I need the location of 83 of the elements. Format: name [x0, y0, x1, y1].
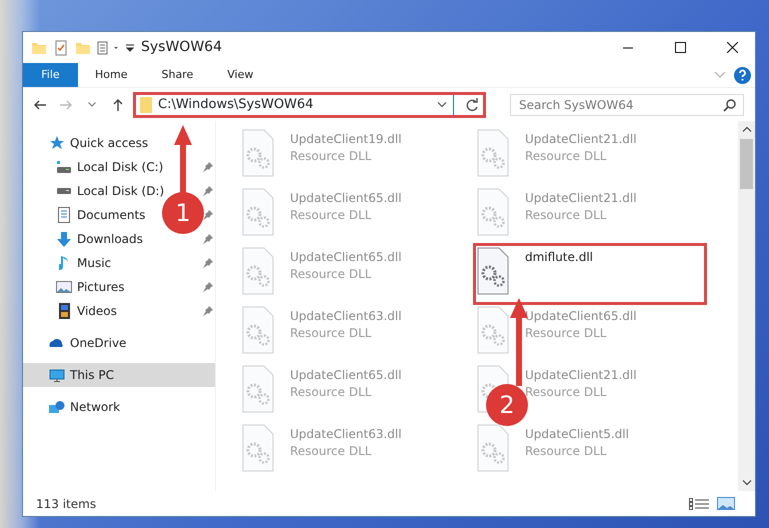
gear-file-icon	[477, 188, 509, 236]
refresh-icon[interactable]	[465, 98, 478, 111]
close-icon	[726, 42, 738, 53]
gear-file-icon	[242, 247, 274, 295]
properties-icon[interactable]	[97, 40, 119, 56]
sidebar-item[interactable]: Videos	[56, 299, 117, 323]
file-type: Resource DLL	[525, 148, 608, 165]
sidebar-item[interactable]: Local Disk (C:)	[56, 155, 164, 179]
ribbon-tab[interactable]: File	[23, 63, 78, 87]
scrollbar[interactable]	[738, 121, 755, 491]
details-view-icon[interactable]	[689, 498, 709, 510]
pin-icon[interactable]	[203, 306, 213, 316]
sidebar-item[interactable]: This PC	[23, 363, 215, 387]
scrollbar-thumb[interactable]	[740, 139, 753, 189]
sidebar-item[interactable]: Documents	[56, 203, 146, 227]
gear-file-icon	[477, 129, 509, 177]
scroll-up-icon[interactable]	[742, 126, 752, 132]
sidebar-item[interactable]: Network	[23, 395, 215, 419]
download-icon	[57, 232, 71, 246]
gear-file-icon	[242, 306, 274, 354]
folder-icon	[140, 96, 152, 112]
gear-file-icon	[242, 424, 274, 472]
search-icon	[723, 98, 737, 112]
document-icon	[58, 207, 70, 223]
file-type: Resource DLL	[290, 148, 372, 165]
item-count: 113 items	[36, 496, 96, 512]
gear-file-icon	[477, 306, 509, 354]
back-icon	[34, 100, 46, 110]
ribbon-tab[interactable]: Share	[144, 63, 210, 87]
gear-file-icon	[477, 247, 509, 295]
pin-icon[interactable]	[203, 282, 213, 292]
scroll-down-icon[interactable]	[742, 480, 752, 486]
sidebar-item[interactable]: OneDrive	[23, 331, 215, 355]
sidebar-item[interactable]: Downloads	[56, 227, 143, 251]
address-bar[interactable]: C:\Windows\SysWOW64	[133, 92, 486, 118]
file-type: Resource DLL	[525, 325, 608, 342]
drive-icon	[56, 188, 72, 194]
sidebar-item[interactable]: Music	[56, 251, 112, 275]
maximize-icon	[674, 42, 686, 53]
star-icon	[49, 135, 65, 151]
recent-locations-icon	[88, 102, 96, 107]
file-type: Resource DLL	[290, 266, 372, 283]
file-name[interactable]: dmiflute.dll	[525, 249, 593, 265]
help-icon[interactable]	[734, 66, 751, 84]
sidebar-item[interactable]: Local Disk (D:)	[56, 179, 164, 203]
gear-file-icon	[477, 424, 509, 472]
file-type: Resource DLL	[525, 207, 608, 224]
forward-icon	[60, 100, 72, 110]
dropdown-icon[interactable]	[437, 102, 447, 108]
cloud-icon	[49, 339, 65, 347]
drive-icon	[56, 161, 72, 173]
picture-icon	[56, 281, 72, 293]
gear-file-icon	[242, 129, 274, 177]
film-icon	[58, 303, 70, 319]
monitor-icon	[49, 368, 65, 382]
pin-icon[interactable]	[203, 258, 213, 268]
file-type: Resource DLL	[525, 443, 608, 460]
sidebar-item[interactable]: Quick access	[23, 131, 215, 155]
large-icons-view-icon[interactable]	[717, 497, 735, 510]
minimize-icon	[623, 46, 633, 48]
pin-icon[interactable]	[203, 186, 213, 196]
network-icon	[49, 401, 65, 413]
gear-file-icon	[242, 365, 274, 413]
file-type: Resource DLL	[525, 384, 608, 401]
gear-file-icon	[242, 188, 274, 236]
pin-icon[interactable]	[203, 234, 213, 244]
up-icon	[113, 98, 123, 110]
sidebar-item[interactable]: Pictures	[56, 275, 125, 299]
file-type: Resource DLL	[290, 443, 372, 460]
pin-icon[interactable]	[203, 162, 213, 172]
expand-ribbon-icon[interactable]	[714, 72, 726, 78]
search-field[interactable]: Search SysWOW64	[510, 94, 744, 116]
checklist-icon[interactable]	[53, 40, 69, 56]
window-title: SysWOW64	[141, 38, 222, 57]
pin-icon[interactable]	[203, 210, 213, 220]
dropdown-icon[interactable]	[125, 44, 135, 52]
file-type: Resource DLL	[290, 384, 372, 401]
music-note-icon	[59, 256, 69, 270]
file-type: Resource DLL	[290, 325, 372, 342]
arrow	[173, 125, 193, 195]
ribbon-tab[interactable]: View	[210, 63, 270, 87]
file-type: Resource DLL	[290, 207, 372, 224]
ribbon-tab[interactable]: Home	[78, 63, 144, 87]
